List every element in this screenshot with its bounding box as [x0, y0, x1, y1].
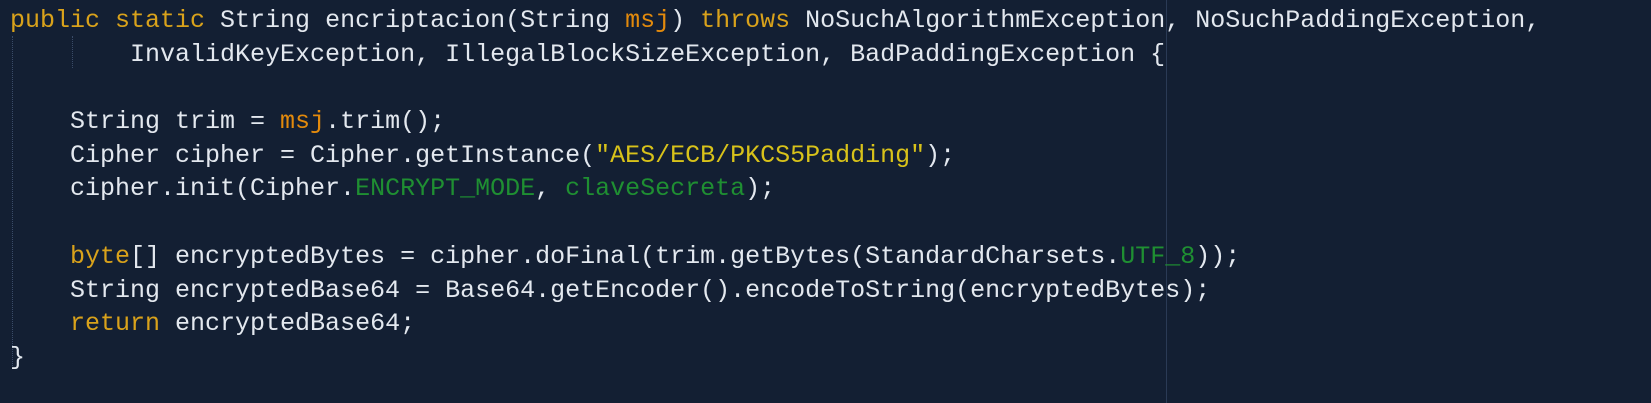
token-plain: Cipher cipher = Cipher.getInstance(: [10, 140, 596, 170]
token-plain: }: [10, 342, 26, 372]
code-line[interactable]: cipher.init(Cipher.ENCRYPT_MODE, claveSe…: [10, 172, 1540, 206]
code-line[interactable]: Cipher cipher = Cipher.getInstance("AES/…: [10, 139, 1540, 173]
code-line[interactable]: public static String encriptacion(String…: [10, 4, 1540, 38]
token-param: msj: [280, 107, 326, 137]
token-kw: byte: [70, 241, 131, 271]
token-field: claveSecreta: [565, 174, 746, 204]
token-plain: ,: [535, 174, 566, 204]
code-line[interactable]: [10, 206, 1540, 240]
token-plain: cipher.init(Cipher.: [10, 174, 356, 204]
token-param: msj: [625, 6, 671, 35]
code-line[interactable]: }: [10, 341, 1540, 375]
token-kw: public: [10, 6, 101, 35]
code-line[interactable]: String encryptedBase64 = Base64.getEncod…: [10, 274, 1540, 308]
code-line[interactable]: byte[] encryptedBytes = cipher.doFinal(t…: [10, 240, 1540, 274]
token-plain: );: [925, 140, 956, 170]
token-plain: String trim =: [10, 107, 281, 137]
token-field: UTF_8: [1120, 241, 1196, 271]
token-plain: String encriptacion(String: [205, 6, 626, 35]
token-plain: .trim();: [325, 107, 446, 137]
code-line[interactable]: [10, 71, 1540, 105]
token-field: ENCRYPT_MODE: [355, 174, 536, 204]
token-plain: encryptedBase64;: [160, 309, 416, 339]
token-plain: ));: [1195, 241, 1241, 271]
token-kw: return: [70, 309, 161, 339]
token-plain: NoSuchAlgorithmException, NoSuchPaddingE…: [790, 6, 1541, 35]
token-plain: InvalidKeyException, IllegalBlockSizeExc…: [10, 39, 1166, 69]
token-kw: static: [115, 6, 206, 35]
token-plain: ): [670, 6, 701, 35]
code-line[interactable]: String trim = msj.trim();: [10, 105, 1540, 139]
code-line[interactable]: InvalidKeyException, IllegalBlockSizeExc…: [10, 38, 1540, 72]
code-editor[interactable]: public static String encriptacion(String…: [10, 4, 1540, 375]
token-plain: String encryptedBase64 = Base64.getEncod…: [10, 275, 1211, 305]
token-str: "AES/ECB/PKCS5Padding": [595, 140, 926, 170]
token-plain: [] encryptedBytes = cipher.doFinal(trim.…: [130, 241, 1121, 271]
token-plain: );: [745, 174, 776, 204]
token-kw: throws: [700, 6, 791, 35]
code-line[interactable]: return encryptedBase64;: [10, 307, 1540, 341]
